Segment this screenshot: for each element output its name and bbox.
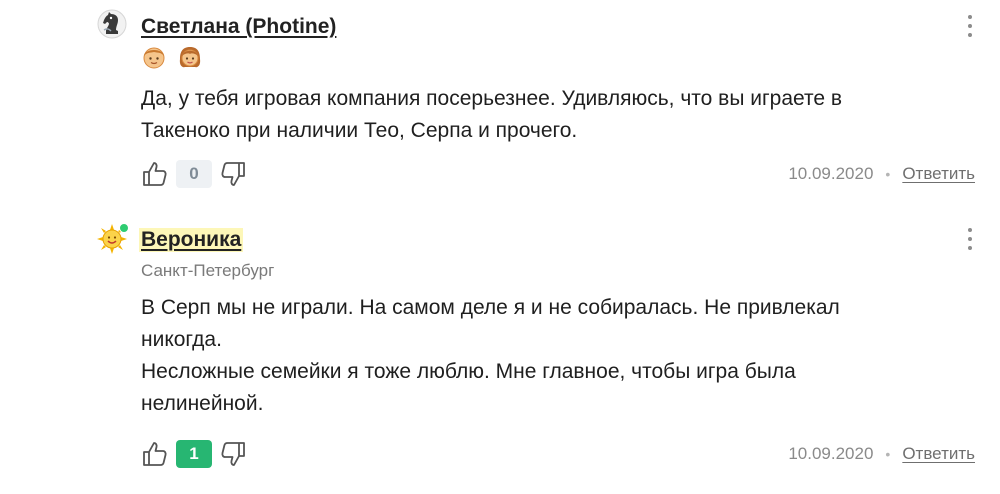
girl-face-emoji-icon (179, 47, 201, 68)
comment-actions: 1 10.09.2020 • Ответить (141, 438, 981, 472)
author-name-link[interactable]: Светлана (Photine) (141, 15, 336, 39)
comment: Светлана (Photine) Да, у тебя игровая ко… (0, 0, 1000, 200)
author-name-link[interactable]: Вероника (139, 228, 244, 252)
comment-actions: 0 10.09.2020 • Ответить (141, 158, 981, 192)
comment-text: Да, у тебя игровая компания посерьезнее.… (141, 87, 843, 142)
comment-menu-icon[interactable] (962, 226, 978, 254)
online-status-dot (119, 223, 129, 233)
comment-date: 10.09.2020 (788, 444, 874, 463)
comment-meta: 10.09.2020 • Ответить (788, 444, 975, 464)
reply-link[interactable]: Ответить (902, 444, 975, 464)
boy-face-emoji-icon (143, 47, 165, 69)
dislike-icon[interactable] (219, 440, 247, 468)
comment: Вероника Санкт-Петербург В Серп мы не иг… (0, 200, 1000, 494)
comment-menu-icon[interactable] (962, 13, 978, 41)
comment-meta: 10.09.2020 • Ответить (788, 164, 975, 184)
comment-date: 10.09.2020 (788, 164, 874, 183)
meta-separator: • (885, 446, 891, 462)
dislike-icon[interactable] (219, 160, 247, 188)
meta-separator: • (885, 166, 891, 182)
chess-knight-avatar-icon (97, 9, 127, 39)
author-badges (141, 44, 203, 70)
vote-score: 0 (176, 160, 212, 188)
like-icon[interactable] (141, 440, 169, 468)
like-icon[interactable] (141, 160, 169, 188)
author-avatar[interactable] (97, 9, 127, 39)
author-location: Санкт-Петербург (141, 261, 275, 280)
vote-score: 1 (176, 440, 212, 468)
comment-text: В Серп мы не играли. На самом деле я и н… (141, 296, 840, 415)
reply-link[interactable]: Ответить (902, 164, 975, 184)
